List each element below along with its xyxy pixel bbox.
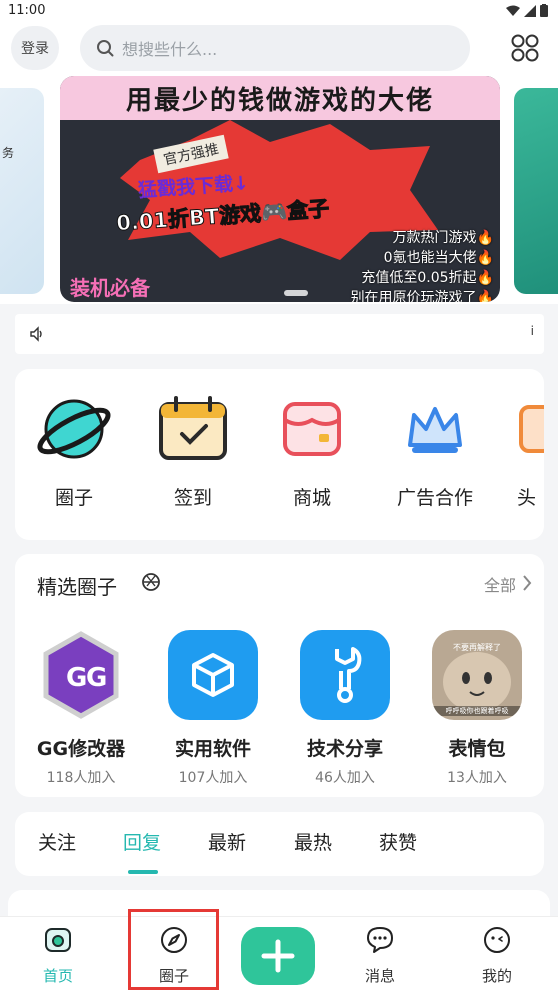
quick-item-partial[interactable]: 头 (505, 389, 544, 510)
quick-item-signin[interactable]: 签到 (143, 389, 243, 510)
featured-circles: 精选圈子 全部 GG GG修改器 118人加入 实用软件 107人加入 技术分享… (15, 554, 544, 797)
highlight-annotation (128, 909, 219, 990)
add-post-button[interactable] (241, 927, 315, 985)
banner-right-line: 充值低至0.05折起🔥 (361, 270, 494, 286)
aperture-icon (142, 573, 160, 591)
quick-label: 头 (517, 487, 537, 509)
tab-likes[interactable]: 获赞 (379, 828, 417, 855)
banner-title: 用最少的钱做游戏的大佬 (125, 85, 434, 116)
quick-label: 圈子 (54, 487, 93, 509)
active-tab-indicator (128, 870, 158, 874)
bottom-nav: 首页 圈子 消息 我的 (0, 916, 558, 992)
quick-label: 商城 (292, 487, 331, 509)
nav-messages[interactable]: 消息 (340, 925, 420, 986)
meme-top-text: 不要再解释了 (453, 643, 501, 652)
crown-icon (395, 389, 475, 469)
profile-icon (484, 927, 510, 953)
status-time: 11:00 (8, 3, 46, 18)
partial-icon (515, 389, 544, 469)
banner-right-line: 0氪也能当大佬🔥 (383, 250, 494, 266)
status-bar: 11:00 (0, 0, 558, 24)
tab-replies[interactable]: 回复 (123, 828, 161, 855)
message-icon (367, 927, 393, 953)
banner-right-line: 万款热门游戏🔥 (392, 230, 494, 246)
meme-bottom-text: 呼呼吸你也跟着呼吸 (432, 706, 522, 716)
nav-label: 消息 (364, 967, 395, 985)
banner-carousel[interactable]: 务 用最少的钱做游戏的大佬 官方强推 猛戳我下载↓ 0.01折BT游戏🎮盒子 装… (0, 76, 558, 304)
store-icon (272, 389, 352, 469)
banner-right-text: 万款热门游戏🔥 0氪也能当大佬🔥 充值低至0.05折起🔥 别在用原价玩游戏了🔥 (351, 228, 494, 302)
banner-header: 用最少的钱做游戏的大佬 (60, 76, 500, 120)
circle-name: 技术分享 (306, 738, 383, 760)
notice-bar[interactable]: i (15, 314, 544, 354)
section-title: 精选圈子 (37, 575, 117, 599)
planet-icon (34, 389, 114, 469)
chevron-right-icon[interactable] (522, 574, 532, 592)
banner-next-slide[interactable] (514, 88, 558, 294)
circle-item-tech[interactable]: 技术分享 46人加入 (285, 630, 405, 787)
quick-actions: 圈子 签到 商城 广告合作 头 (15, 369, 544, 540)
svg-text:G: G (86, 663, 107, 693)
see-all-link[interactable]: 全部 (484, 572, 516, 596)
login-button[interactable]: 登录 (11, 26, 59, 70)
tab-hottest[interactable]: 最热 (294, 828, 332, 855)
home-icon (45, 928, 71, 952)
quick-label: 签到 (173, 487, 212, 509)
wifi-icon (506, 5, 520, 16)
status-icons (506, 4, 548, 17)
calendar-check-icon (153, 389, 233, 469)
gg-icon: GG (36, 630, 126, 720)
battery-icon (540, 4, 548, 17)
feed-tabs: 关注 回复 最新 最热 获赞 (15, 812, 544, 876)
circle-name: 表情包 (448, 738, 506, 760)
nav-profile[interactable]: 我的 (457, 925, 537, 986)
tab-follow[interactable]: 关注 (38, 828, 76, 855)
circle-count: 118人加入 (46, 770, 116, 786)
circle-count: 107人加入 (178, 770, 248, 786)
banner-prev-slide[interactable]: 务 (0, 88, 44, 294)
nav-label: 我的 (481, 967, 512, 985)
login-label: 登录 (21, 41, 49, 57)
nav-home[interactable]: 首页 (18, 925, 98, 986)
signal-icon (524, 4, 536, 17)
speaker-icon (30, 326, 42, 342)
carousel-indicator (284, 290, 308, 296)
box-icon (168, 630, 258, 720)
banner-prev-text: 务 (1, 146, 14, 160)
circle-item-software[interactable]: 实用软件 107人加入 (153, 630, 273, 787)
quick-item-ads[interactable]: 广告合作 (385, 389, 485, 510)
wrench-icon (300, 630, 390, 720)
quick-item-store[interactable]: 商城 (262, 389, 362, 510)
tab-latest[interactable]: 最新 (208, 828, 246, 855)
plus-icon (261, 939, 295, 973)
grid-icon[interactable] (510, 33, 540, 63)
circle-item-meme[interactable]: 不要再解释了 呼呼吸你也跟着呼吸 表情包 13人加入 (417, 630, 537, 787)
circle-count: 46人加入 (315, 770, 375, 786)
notice-right-mark: i (530, 324, 534, 338)
circle-name: GG修改器 (36, 738, 126, 760)
search-placeholder: 想搜些什么... (122, 40, 218, 59)
quick-label: 广告合作 (396, 487, 473, 509)
circle-count: 13人加入 (447, 770, 507, 786)
quick-item-circle[interactable]: 圈子 (24, 389, 124, 510)
top-bar: 登录 想搜些什么... (0, 24, 558, 76)
cat-meme-icon: 不要再解释了 呼呼吸你也跟着呼吸 (432, 630, 522, 720)
search-icon (97, 40, 114, 57)
banner-right-line: 别在用原价玩游戏了🔥 (350, 290, 494, 302)
circle-item-gg[interactable]: GG GG修改器 118人加入 (21, 630, 141, 787)
svg-text:G: G (66, 663, 87, 693)
nav-label: 首页 (42, 967, 73, 985)
circle-name: 实用软件 (174, 738, 251, 760)
banner-slide[interactable]: 用最少的钱做游戏的大佬 官方强推 猛戳我下载↓ 0.01折BT游戏🎮盒子 装机必… (60, 76, 500, 302)
search-input[interactable]: 想搜些什么... (80, 25, 470, 71)
banner-tag: 装机必备 (70, 276, 150, 300)
